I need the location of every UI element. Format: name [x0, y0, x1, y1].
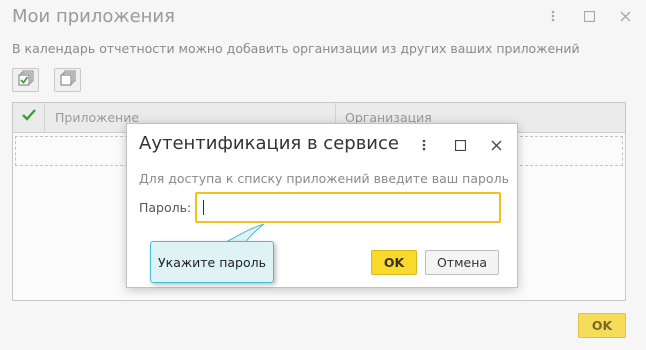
uncheck-all-button[interactable] [54, 68, 81, 92]
password-tooltip: Укажите пароль [150, 241, 274, 283]
maximize-icon[interactable] [582, 9, 596, 23]
close-icon[interactable] [489, 138, 503, 152]
password-input[interactable] [195, 192, 501, 223]
checkmark-icon [21, 103, 37, 133]
dialog-hint: Для доступа к списку приложений введите … [139, 171, 509, 186]
outer-ok-button[interactable]: OK [578, 313, 626, 338]
window-description: В календарь отчетности можно добавить ор… [12, 41, 580, 56]
more-vertical-icon[interactable] [546, 9, 560, 23]
more-vertical-icon[interactable] [417, 138, 431, 152]
uncheck-all-icon [60, 70, 76, 90]
column-header-check[interactable] [13, 103, 45, 133]
maximize-icon[interactable] [453, 138, 467, 152]
dialog-cancel-button[interactable]: Отмена [425, 250, 499, 275]
window-controls [546, 9, 632, 23]
close-icon[interactable] [618, 9, 632, 23]
password-label: Пароль: [139, 200, 192, 215]
check-all-icon [18, 70, 34, 90]
check-all-button[interactable] [12, 68, 39, 92]
dialog-title: Аутентификация в сервисе [139, 133, 399, 154]
dialog-ok-button[interactable]: OK [371, 250, 417, 275]
tooltip-tail [225, 223, 265, 243]
window-title: Мои приложения [12, 6, 175, 27]
dialog-window-controls [417, 138, 503, 152]
text-caret [203, 200, 204, 215]
